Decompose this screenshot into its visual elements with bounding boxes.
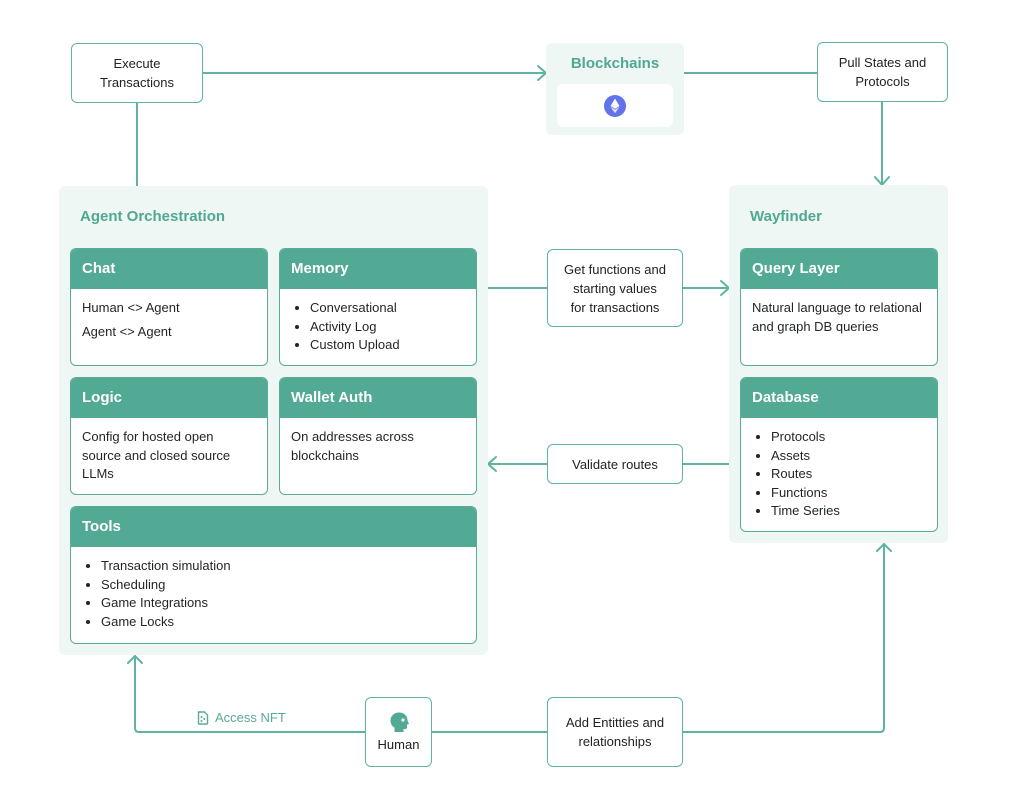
human-label: Human	[377, 736, 420, 752]
memory-item: Conversational	[310, 299, 465, 318]
wallet-auth-card[interactable]: Wallet Auth On addresses across blockcha…	[279, 377, 477, 495]
validate-routes-node[interactable]: Validate routes	[547, 444, 683, 484]
tools-item: Game Locks	[101, 613, 465, 632]
arrowhead-orchestration-bottom	[127, 655, 143, 664]
blockchains-title: Blockchains	[570, 55, 660, 72]
get-functions-label: Get functions and starting values for tr…	[564, 261, 666, 315]
blockchains-group[interactable]: Blockchains	[546, 43, 684, 135]
database-item: Functions	[771, 484, 926, 503]
pull-states-label: Pull States and Protocols	[838, 55, 927, 89]
ethereum-icon[interactable]	[604, 95, 626, 117]
tools-card[interactable]: Tools Transaction simulation Scheduling …	[70, 506, 477, 644]
query-layer-card-body: Natural language to relational and graph…	[752, 300, 922, 334]
agent-orchestration-title: Agent Orchestration	[80, 208, 226, 225]
logic-card[interactable]: Logic Config for hosted open source and …	[70, 377, 268, 495]
wayfinder-group: Wayfinder Query Layer Natural language t…	[729, 185, 948, 543]
tools-list: Transaction simulation Scheduling Game I…	[82, 557, 465, 631]
human-node[interactable]: Human	[365, 697, 432, 767]
arrowhead-wayfinder-bottom	[876, 543, 892, 552]
blockchain-list	[557, 84, 673, 127]
access-nft-text: Access NFT	[215, 710, 286, 725]
memory-card[interactable]: Memory Conversational Activity Log Custo…	[279, 248, 477, 366]
tools-item: Transaction simulation	[101, 557, 465, 576]
add-entities-node[interactable]: Add Entitties and relationships	[547, 697, 683, 767]
database-list: Protocols Assets Routes Functions Time S…	[752, 428, 926, 521]
arrowhead-query-layer	[720, 280, 730, 296]
nft-file-icon	[197, 710, 209, 725]
arrowhead-blockchains	[537, 65, 547, 81]
tools-card-body: Transaction simulation Scheduling Game I…	[71, 547, 476, 641]
tools-item: Game Integrations	[101, 594, 465, 613]
database-item: Assets	[771, 447, 926, 466]
wallet-auth-card-body: On addresses across blockchains	[291, 429, 414, 463]
tools-card-title: Tools	[71, 507, 476, 547]
wallet-auth-card-title: Wallet Auth	[280, 378, 476, 418]
human-head-icon	[390, 712, 409, 732]
memory-item: Activity Log	[310, 318, 465, 337]
chat-card-title: Chat	[71, 249, 267, 289]
database-item: Routes	[771, 465, 926, 484]
execute-transactions-node[interactable]: Execute Transactions	[71, 43, 203, 103]
wire-addentities-to-wayfinder	[682, 543, 885, 733]
memory-card-title: Memory	[280, 249, 476, 289]
database-card-body: Protocols Assets Routes Functions Time S…	[741, 418, 937, 531]
pull-states-node[interactable]: Pull States and Protocols	[817, 42, 948, 102]
chat-line: Agent <> Agent	[82, 323, 172, 339]
database-item: Time Series	[771, 502, 926, 521]
chat-card[interactable]: Chat Human <> Agent Agent <> Agent	[70, 248, 268, 366]
database-card[interactable]: Database Protocols Assets Routes Functio…	[740, 377, 938, 532]
logic-card-title: Logic	[71, 378, 267, 418]
memory-list: Conversational Activity Log Custom Uploa…	[291, 299, 465, 355]
logic-card-body: Config for hosted open source and closed…	[82, 429, 231, 481]
add-entities-label: Add Entitties and relationships	[565, 715, 665, 749]
database-card-title: Database	[741, 378, 937, 418]
chat-line: Human <> Agent	[82, 300, 180, 315]
arrowhead-wallet-auth	[487, 456, 497, 472]
execute-transactions-label: Execute Transactions	[100, 56, 174, 90]
memory-card-body: Conversational Activity Log Custom Uploa…	[280, 289, 476, 365]
query-layer-card[interactable]: Query Layer Natural language to relation…	[740, 248, 938, 366]
arrowhead-wayfinder-top	[874, 176, 890, 186]
tools-item: Scheduling	[101, 576, 465, 595]
wayfinder-title: Wayfinder	[750, 208, 822, 225]
database-item: Protocols	[771, 428, 926, 447]
agent-orchestration-group: Agent Orchestration Chat Human <> Agent …	[59, 186, 488, 655]
get-functions-node[interactable]: Get functions and starting values for tr…	[547, 249, 683, 327]
query-layer-card-title: Query Layer	[741, 249, 937, 289]
memory-item: Custom Upload	[310, 336, 465, 355]
access-nft-label: Access NFT	[197, 710, 286, 725]
chat-card-body: Human <> Agent Agent <> Agent	[71, 289, 267, 356]
validate-routes-label: Validate routes	[572, 456, 658, 472]
